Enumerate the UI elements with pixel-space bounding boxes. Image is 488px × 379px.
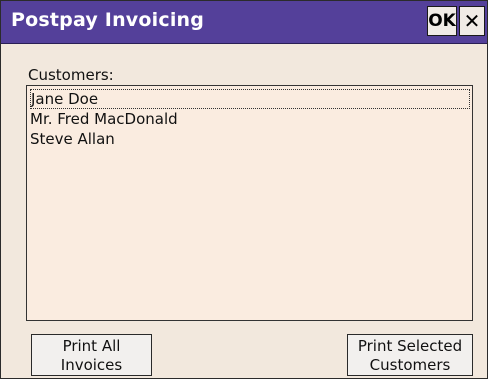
print-all-label-line2: Invoices xyxy=(60,356,123,374)
list-item[interactable]: Jane Doe xyxy=(30,89,470,109)
window-title: Postpay Invoicing xyxy=(11,9,205,31)
title-bar: Postpay Invoicing OK ✕ xyxy=(1,1,487,44)
list-item[interactable]: Steve Allan xyxy=(30,129,119,149)
print-all-label-line1: Print All xyxy=(62,337,121,355)
print-all-invoices-button[interactable]: Print All Invoices xyxy=(31,334,152,376)
postpay-invoicing-window: Postpay Invoicing OK ✕ Customers: Jane D… xyxy=(0,0,488,379)
print-selected-customers-button[interactable]: Print Selected Customers xyxy=(347,334,473,376)
close-icon[interactable]: ✕ xyxy=(459,6,485,36)
ok-button[interactable]: OK xyxy=(427,6,457,36)
customers-label: Customers: xyxy=(28,66,114,84)
list-item[interactable]: Mr. Fred MacDonald xyxy=(30,109,182,129)
customers-listbox[interactable]: Jane Doe Mr. Fred MacDonald Steve Allan xyxy=(26,85,473,321)
print-selected-label-line2: Customers xyxy=(369,356,451,374)
print-selected-label-line1: Print Selected xyxy=(357,337,463,355)
